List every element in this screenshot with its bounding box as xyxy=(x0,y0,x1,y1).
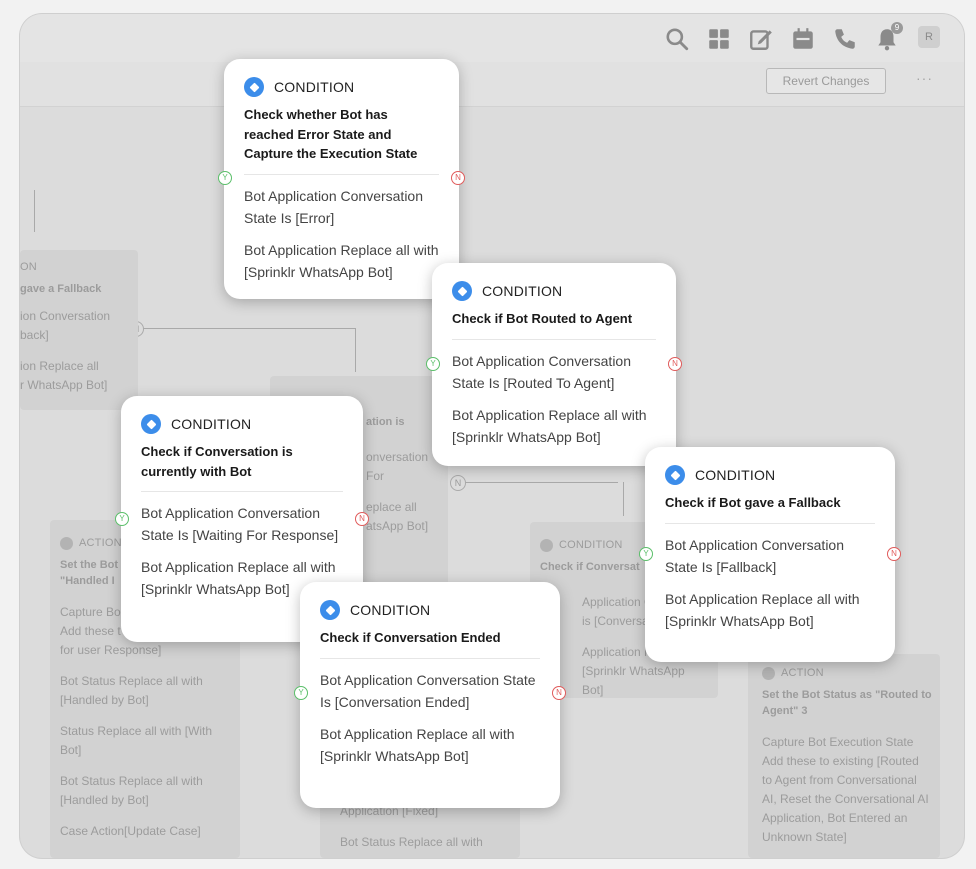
card-title: Check whether Bot has reached Error Stat… xyxy=(244,107,418,161)
card-criteria-line: Bot Application Conversation State Is [C… xyxy=(320,671,536,710)
card-criteria-line: Bot Application Replace all with [Sprink… xyxy=(452,406,647,445)
node-line: Capture Bot Execution State xyxy=(762,735,914,749)
yes-branch-handle[interactable]: Y xyxy=(294,686,308,700)
yes-branch-handle[interactable]: Y xyxy=(426,357,440,371)
card-criteria-line: Bot Application Conversation State Is [E… xyxy=(244,187,423,226)
connector-line xyxy=(623,482,624,516)
card-type-label: CONDITION xyxy=(695,467,776,483)
top-toolbar: 9 R xyxy=(20,14,964,62)
node-line: Bot Status Replace all with xyxy=(340,835,483,849)
card-title: Check if Bot gave a Fallback xyxy=(665,495,841,510)
condition-icon xyxy=(320,600,340,620)
condition-card-routed-to-agent[interactable]: CONDITION Check if Bot Routed to Agent B… xyxy=(426,263,682,466)
apps-grid-icon[interactable] xyxy=(706,26,732,52)
node-type-label: ON xyxy=(20,261,37,273)
condition-icon xyxy=(452,281,472,301)
node-line: For xyxy=(366,469,384,483)
no-branch-handle[interactable]: N xyxy=(552,686,566,700)
revert-changes-button[interactable]: Revert Changes xyxy=(766,68,886,94)
node-type-label: CONDITION xyxy=(559,539,623,551)
connector-line xyxy=(355,328,356,372)
card-criteria-line: Bot Application Conversation State Is [R… xyxy=(452,352,631,391)
node-line: Add these to existing [Routed to Agent f… xyxy=(762,754,929,844)
node-line: Status Replace all with [With Bot] xyxy=(60,724,213,757)
no-branch-handle[interactable]: N xyxy=(355,512,369,526)
node-type-label: ACTION xyxy=(781,667,824,679)
card-criteria-line: Bot Application Conversation State Is [W… xyxy=(141,505,339,543)
card-title: Check if Conversation Ended xyxy=(320,630,501,645)
phone-icon[interactable] xyxy=(832,26,858,52)
divider xyxy=(452,338,656,340)
condition-icon xyxy=(244,77,264,97)
card-criteria-line: Bot Application Replace all with [Sprink… xyxy=(665,590,860,629)
search-icon[interactable] xyxy=(664,26,690,52)
divider xyxy=(320,657,540,659)
edit-icon[interactable] xyxy=(748,26,774,52)
condition-icon xyxy=(141,414,161,434)
card-title: Check if Conversation is currently with … xyxy=(141,444,293,479)
calendar-icon[interactable] xyxy=(790,26,816,52)
card-criteria-line: Bot Application Replace all with [Sprink… xyxy=(320,725,515,764)
node-type-label: ACTION xyxy=(79,537,122,549)
no-branch-handle[interactable]: N xyxy=(887,547,901,561)
connector-line xyxy=(143,328,355,329)
action-icon xyxy=(762,667,775,680)
condition-card-error-state[interactable]: CONDITION Check whether Bot has reached … xyxy=(218,59,465,299)
node-line: Bot Status Replace all with [Handled by … xyxy=(60,674,203,707)
card-title: Check if Bot Routed to Agent xyxy=(452,311,633,326)
card-type-label: CONDITION xyxy=(274,79,355,95)
node-line: atsApp Bot] xyxy=(366,519,429,533)
connector-line xyxy=(458,482,618,483)
node-line: ion Replace all xyxy=(20,359,99,373)
node-line: ion Conversation xyxy=(20,309,111,323)
condition-icon xyxy=(540,539,553,552)
node-line: Bot Status Replace all with [Handled by … xyxy=(60,774,203,807)
node-title: Set the Bot Status as "Routed to Agent" … xyxy=(762,689,932,717)
yes-branch-handle[interactable]: Y xyxy=(115,512,129,526)
node-line: Case Action[Update Case] xyxy=(60,824,201,838)
bell-icon[interactable]: 9 xyxy=(874,22,903,52)
card-type-label: CONDITION xyxy=(350,602,431,618)
divider xyxy=(665,522,875,524)
connector-line xyxy=(34,190,35,232)
action-icon xyxy=(60,537,73,550)
node-line: back] xyxy=(20,328,49,342)
divider xyxy=(244,173,439,175)
node-title: gave a Fallback xyxy=(20,283,102,295)
condition-icon xyxy=(665,465,685,485)
no-branch-handle[interactable]: N xyxy=(668,357,682,371)
card-criteria-line: Bot Application Replace all with [Sprink… xyxy=(244,241,439,280)
more-options-icon[interactable]: ··· xyxy=(916,70,933,86)
condition-card-fallback[interactable]: CONDITION Check if Bot gave a Fallback B… xyxy=(639,447,901,662)
background-fallback-node: ON gave a Fallback ion Conversation back… xyxy=(20,250,138,410)
node-line: r WhatsApp Bot] xyxy=(20,378,108,392)
notification-count-badge: 9 xyxy=(891,22,903,34)
background-action-node-right: ACTION Set the Bot Status as "Routed to … xyxy=(748,654,940,858)
yes-branch-handle[interactable]: Y xyxy=(218,171,232,185)
card-type-label: CONDITION xyxy=(171,416,252,432)
user-avatar[interactable]: R xyxy=(918,26,940,48)
condition-card-conversation-ended[interactable]: CONDITION Check if Conversation Ended Bo… xyxy=(294,582,566,808)
node-line: eplace all xyxy=(366,500,417,514)
no-branch-handle[interactable]: N xyxy=(451,171,465,185)
card-criteria-line: Bot Application Conversation State Is [F… xyxy=(665,536,844,575)
yes-branch-handle[interactable]: Y xyxy=(639,547,653,561)
node-line: for user Response] xyxy=(60,643,162,657)
no-branch-badge: N xyxy=(450,475,466,491)
card-type-label: CONDITION xyxy=(482,283,563,299)
divider xyxy=(141,491,343,492)
